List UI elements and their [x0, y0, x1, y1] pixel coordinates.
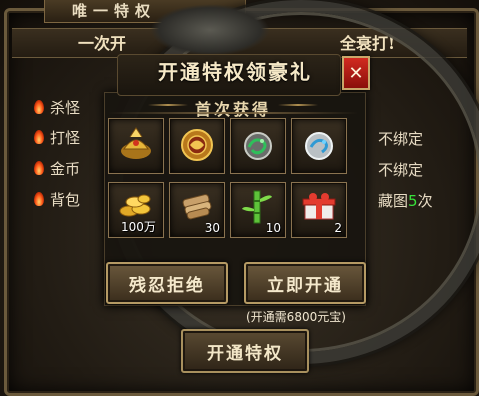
jade-dragon-icon — [244, 132, 272, 160]
gift-box-icon — [302, 193, 336, 220]
subheader-left-text: 一次开 — [78, 34, 127, 53]
reward-count: 2 — [334, 221, 342, 235]
reward-count: 10 — [265, 221, 281, 235]
reject-button[interactable]: 残忍拒绝 — [106, 262, 228, 304]
dragon-head-ornament — [150, 4, 270, 56]
gold-coins-icon — [119, 194, 151, 217]
section-divider — [108, 112, 358, 114]
open-privilege-button[interactable]: 开通特权 — [181, 329, 309, 373]
section-ornament-right — [278, 104, 318, 106]
flame-icon — [34, 192, 44, 206]
flame-icon — [34, 100, 44, 114]
reward-slot[interactable]: 30 — [169, 182, 225, 238]
privilege-row-label: 打怪 — [50, 128, 81, 147]
close-button[interactable]: ✕ — [342, 56, 370, 90]
window-title: 唯一特权 — [72, 2, 157, 20]
gold-helmet-icon — [121, 127, 151, 159]
dialog-title: 开通特权领豪礼 — [158, 60, 312, 84]
reward-count: 100万 — [121, 220, 156, 234]
silver-dragon-icon — [305, 132, 333, 160]
reward-slot[interactable]: 2 — [291, 182, 347, 238]
open-now-button[interactable]: 立即开通 — [244, 262, 366, 304]
privilege-row-label: 金币 — [50, 159, 81, 178]
bamboo-icon — [242, 190, 272, 224]
privilege-row-label: 杀怪 — [50, 98, 81, 117]
privilege-row: 背包 — [34, 186, 80, 212]
reward-slot[interactable] — [230, 118, 286, 174]
reward-slot[interactable]: 10 — [230, 182, 286, 238]
flame-icon — [34, 161, 44, 175]
privilege-row: 金币 — [34, 155, 80, 181]
section-label: 首次获得 — [194, 100, 271, 119]
reward-slot[interactable] — [291, 118, 347, 174]
reward-slot[interactable] — [169, 118, 225, 174]
reward-grid: 100万 30 10 2 — [108, 118, 347, 238]
reward-count: 30 — [204, 221, 220, 235]
dragon-medal-icon — [181, 129, 213, 161]
scroll-bundle-icon — [182, 194, 212, 220]
flame-icon — [34, 130, 44, 144]
privilege-row-label: 背包 — [50, 190, 81, 209]
reward-slot[interactable] — [108, 118, 164, 174]
privilege-row: 打怪 — [34, 124, 80, 150]
privilege-row: 杀怪 — [34, 94, 80, 120]
cost-note: (开通需6800元宝) — [246, 310, 346, 324]
reward-slot[interactable]: 100万 — [108, 182, 164, 238]
